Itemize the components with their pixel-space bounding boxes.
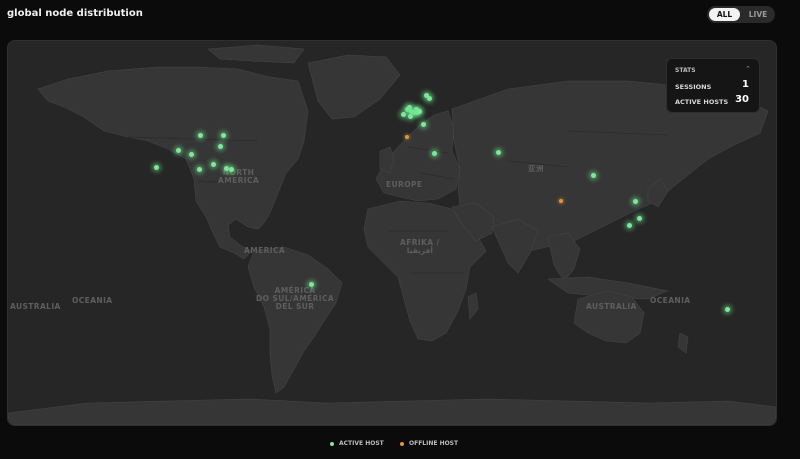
stats-title: STATS [675,67,696,74]
label-america: AMERICA [244,246,286,255]
legend-active-label: ACTIVE HOST [339,440,384,447]
madagascar-landmass [467,292,479,320]
label-north-america: NORTH AMERICA [218,168,260,185]
toggle-live-button[interactable]: LIVE [743,8,773,21]
australia-landmass [573,290,645,344]
legend-active: ACTIVE HOST [330,440,384,447]
view-toggle: ALL LIVE [707,6,775,23]
active-host-marker[interactable] [407,113,413,119]
label-oceania-right: OCEANIA [650,296,691,305]
sessions-label: SESSIONS [675,83,712,91]
india-landmass [491,218,539,274]
toggle-all-button[interactable]: ALL [709,8,740,21]
stats-panel: STATS ⌃ SESSIONS 1 ACTIVE HOSTS 30 [666,58,760,113]
active-dot-icon [330,441,334,446]
label-australia-left: AUSTRALIA [10,302,61,311]
active-host-marker[interactable] [153,164,159,170]
antarctica-landmass [8,398,776,425]
active-hosts-value: 30 [735,94,749,105]
active-host-marker[interactable] [420,121,426,127]
map-land-layer [8,44,776,425]
active-host-marker[interactable] [228,167,234,173]
label-asia: 亚洲 [528,164,544,173]
active-host-marker[interactable] [196,167,202,173]
south-america-landmass [247,246,343,394]
active-host-marker[interactable] [308,282,314,288]
legend-offline-label: OFFLINE HOST [409,440,459,447]
label-africa: AFRIKA / أفريقيا [400,238,440,255]
label-oceania-left: OCEANIA [72,296,113,305]
active-host-marker[interactable] [626,223,632,229]
page-title: global node distribution [7,8,143,19]
arctic-islands [207,44,305,64]
offline-dot-icon [400,441,404,446]
world-map[interactable]: NORTH AMERICA EUROPE 亚洲 AMERICA AFRIKA / أ… [7,40,777,426]
north-america-landmass [37,66,309,260]
greenland-landmass [307,54,401,120]
active-host-marker[interactable] [632,198,638,204]
legend-offline: OFFLINE HOST [400,440,458,447]
active-host-marker[interactable] [724,306,730,312]
label-australia-right: AUSTRALIA [586,302,637,311]
label-europe: EUROPE [386,180,423,189]
new-zealand-landmass [677,332,689,354]
label-south-america: AMÉRICA DO SUL/AMÉRICA DEL SUR [256,286,335,311]
chevron-up-icon[interactable]: ⌃ [745,65,751,73]
active-hosts-label: ACTIVE HOSTS [675,98,729,106]
sessions-value: 1 [742,79,749,90]
